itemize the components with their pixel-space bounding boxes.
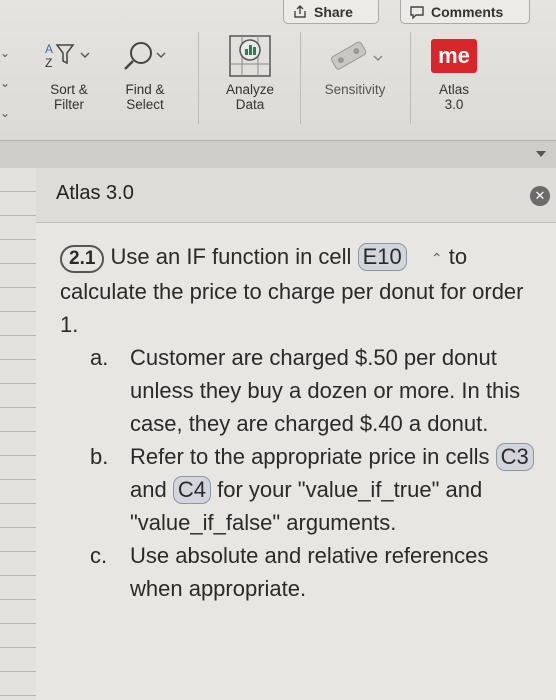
sensitivity-button[interactable]: Sensitivity — [312, 30, 398, 97]
step-text: Customer are charged $.50 per donut unle… — [130, 344, 521, 436]
question-intro: 2.1 Use an IF function in cell E10 ⌃ to … — [60, 240, 536, 341]
step-marker: c. — [90, 542, 108, 568]
sort-filter-label-2: Filter — [54, 97, 84, 112]
atlas-label-2: 3.0 — [444, 97, 464, 112]
share-icon — [294, 4, 306, 18]
list-item: a. Customer are charged $.50 per donut u… — [90, 341, 536, 440]
sort-filter-label-1: Sort & — [50, 82, 88, 97]
question-steps: a. Customer are charged $.50 per donut u… — [60, 341, 536, 605]
svg-text:Z: Z — [45, 56, 52, 70]
analyze-data-icon — [229, 35, 271, 77]
chevron-down-icon[interactable]: ⌄ — [0, 38, 16, 68]
ribbon-divider — [410, 32, 411, 124]
close-icon[interactable]: ✕ — [530, 186, 550, 206]
sort-az-icon: A Z — [45, 42, 90, 70]
analyze-data-label-2: Data — [235, 97, 265, 112]
analyze-data-label-1: Analyze — [225, 82, 275, 97]
atlas-button[interactable]: me Atlas 3.0 — [424, 30, 484, 112]
svg-text:A: A — [45, 42, 53, 56]
atlas-panel: Atlas 3.0 ✕ 2.1 Use an IF function in ce… — [36, 168, 556, 700]
list-item: b. Refer to the appropriate price in cel… — [90, 440, 536, 539]
panel-header: Atlas 3.0 ✕ — [36, 168, 556, 223]
search-icon — [124, 42, 166, 70]
comment-icon — [410, 5, 424, 19]
worksheet-grid[interactable] — [0, 168, 37, 700]
step-marker: b. — [90, 443, 109, 469]
share-button[interactable]: Share — [283, 0, 379, 24]
sort-filter-button[interactable]: A Z Sort & Filter — [34, 30, 104, 112]
formula-strip — [0, 140, 556, 169]
step-text-mid: and — [130, 476, 167, 502]
cell-reference[interactable]: C4 — [172, 475, 211, 504]
ribbon-divider — [198, 32, 199, 124]
chevron-up-icon[interactable]: ⌃ — [431, 250, 443, 266]
panel-title: Atlas 3.0 — [56, 182, 134, 204]
collapsed-group-chevrons[interactable]: ⌄ ⌄ ⌄ — [0, 38, 16, 128]
question-number-badge: 2.1 — [60, 245, 105, 273]
step-text: Use absolute and relative references whe… — [130, 542, 489, 601]
share-label: Share — [314, 3, 353, 20]
step-marker: a. — [90, 344, 109, 370]
sensitivity-label: Sensitivity — [324, 82, 386, 97]
question-block: 2.1 Use an IF function in cell E10 ⌃ to … — [60, 240, 536, 605]
sensitivity-icon — [331, 41, 383, 70]
atlas-label-1: Atlas — [438, 82, 469, 97]
chevron-down-icon[interactable]: ⌄ — [0, 98, 16, 128]
step-text-before: Refer to the appropriate price in cells — [130, 443, 490, 469]
comments-button[interactable]: Comments — [400, 0, 530, 24]
cell-reference[interactable]: C3 — [495, 442, 534, 471]
list-item: c. Use absolute and relative references … — [90, 539, 536, 605]
comments-label: Comments — [431, 3, 504, 20]
ribbon: Share Comments ⌄ ⌄ ⌄ A Z Sort & Filter F… — [0, 0, 556, 140]
analyze-data-button[interactable]: Analyze Data — [214, 30, 286, 112]
question-intro-before: Use an IF function in cell — [110, 244, 352, 269]
ribbon-divider — [300, 32, 301, 124]
cell-reference[interactable]: E10 — [357, 243, 407, 271]
atlas-logo-icon: me — [431, 39, 477, 73]
chevron-down-icon[interactable] — [536, 151, 546, 157]
find-select-label-2: Select — [126, 97, 164, 112]
chevron-down-icon[interactable]: ⌄ — [0, 68, 16, 98]
find-select-label-1: Find & — [125, 82, 165, 97]
find-select-button[interactable]: Find & Select — [110, 30, 180, 112]
